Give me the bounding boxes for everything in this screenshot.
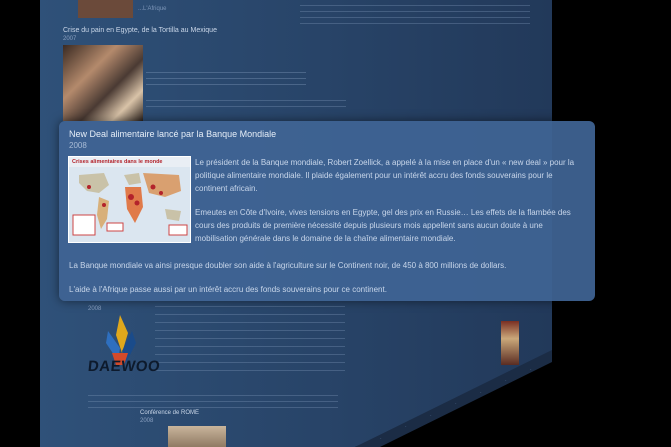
entry1-title[interactable]: Crise du pain en Egypte, de la Tortilla … [63, 27, 217, 34]
card-paragraph-1: Le président de la Banque mondiale, Robe… [195, 158, 575, 193]
entry2-text-lines [155, 306, 345, 376]
entry3-title[interactable]: Conférence de ROME [140, 410, 199, 416]
top-text-lines [300, 5, 530, 27]
entry1-photo[interactable] [63, 45, 143, 121]
daewoo-logo-text: DAEWOO [87, 358, 162, 375]
card-date: 2008 [69, 141, 87, 150]
entry3-year: 2008 [140, 418, 154, 424]
card-paragraph-4: L'aide à l'Afrique passe aussi par un in… [69, 285, 387, 294]
card-paragraph-3: La Banque mondiale va ainsi presque doub… [69, 261, 507, 270]
food-crisis-map-image[interactable]: Crises alimentaires dans le monde [68, 156, 191, 243]
detail-card[interactable]: New Deal alimentaire lancé par la Banque… [59, 121, 595, 301]
card-paragraph-2: Emeutes en Côte d'Ivoire, vives tensions… [195, 208, 571, 243]
entry1-text-lines [146, 72, 306, 88]
entry1-year: 2007 [63, 36, 77, 42]
entry3-photo[interactable] [168, 426, 226, 447]
card-title: New Deal alimentaire lancé par la Banque… [69, 129, 277, 139]
world-map-icon [69, 167, 190, 242]
entry2-footer-lines [88, 395, 338, 409]
entry1-text-lines-2 [146, 100, 346, 110]
portrait-thumbnail[interactable] [501, 321, 519, 365]
thumbnail-top[interactable] [78, 0, 133, 18]
top-text: ...L'Afrique [138, 6, 167, 12]
entry2-year: 2008 [88, 306, 102, 312]
